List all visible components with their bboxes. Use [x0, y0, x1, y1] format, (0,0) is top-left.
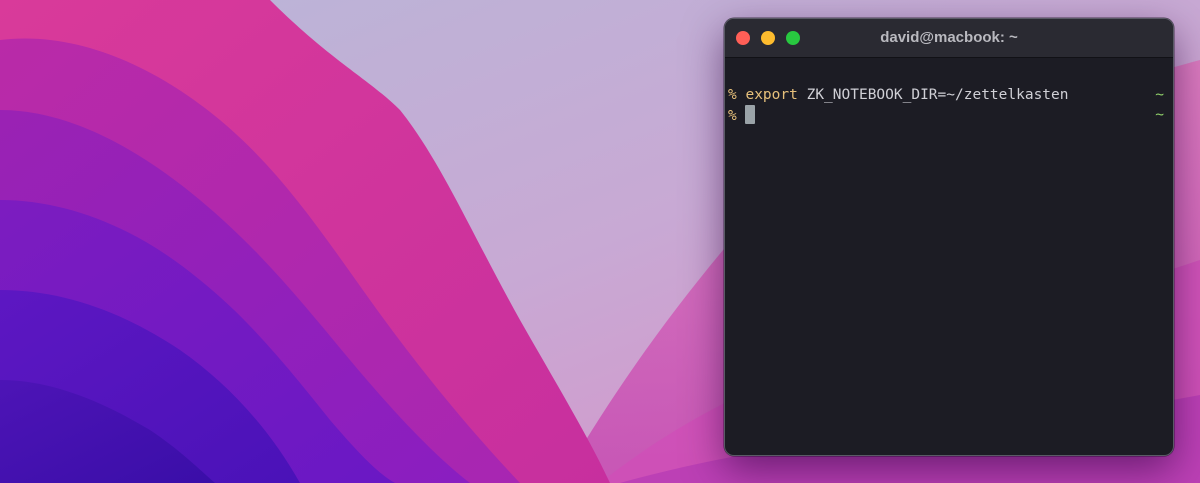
prompt-symbol: %	[728, 87, 737, 103]
terminal-window[interactable]: david@macbook: ~ % export ZK_NOTEBOOK_DI…	[724, 18, 1174, 456]
right-prompt: ~	[1155, 87, 1164, 103]
command-keyword: export	[745, 87, 798, 103]
right-prompt: ~	[1155, 107, 1164, 123]
title-bar[interactable]: david@macbook: ~	[725, 19, 1173, 58]
text-cursor[interactable]	[745, 105, 756, 124]
terminal-output[interactable]: % export ZK_NOTEBOOK_DIR=~/zettelkasten ~…	[725, 58, 1173, 455]
terminal-line: % ~	[728, 105, 1164, 126]
desktop: david@macbook: ~ % export ZK_NOTEBOOK_DI…	[0, 0, 1200, 483]
prompt-symbol: %	[728, 108, 737, 124]
window-title: david@macbook: ~	[880, 29, 1018, 46]
terminal-line: % export ZK_NOTEBOOK_DIR=~/zettelkasten ~	[728, 85, 1164, 106]
command-args: ZK_NOTEBOOK_DIR=~/zettelkasten	[806, 87, 1069, 103]
